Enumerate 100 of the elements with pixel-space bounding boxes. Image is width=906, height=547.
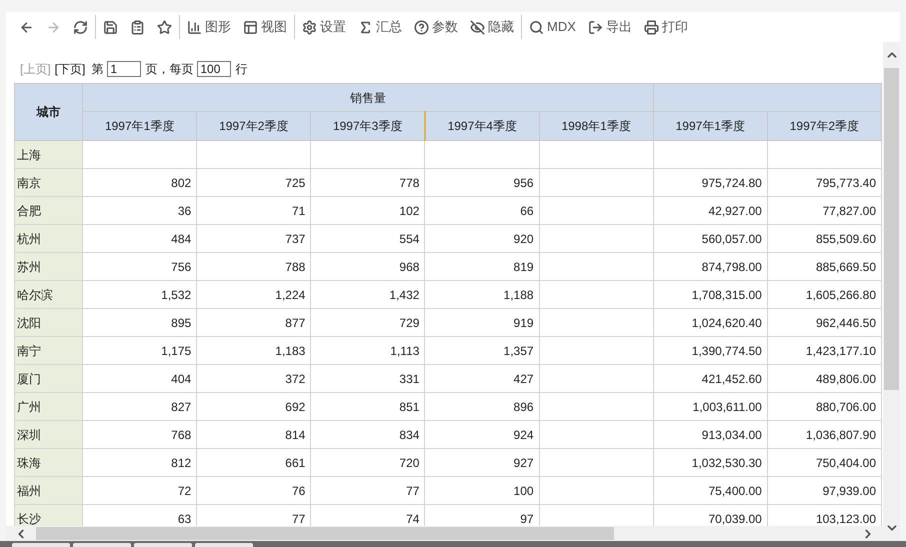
table-cell: 851 bbox=[310, 392, 425, 420]
table-cell: 421,452.60 bbox=[653, 364, 768, 392]
table-cell: 102 bbox=[310, 196, 425, 224]
toolbar-button[interactable]: 打印 bbox=[640, 15, 691, 39]
table-cell: 1,605,266.80 bbox=[767, 280, 882, 308]
row-header-cell: 哈尔滨 bbox=[14, 280, 83, 308]
toolbar-button[interactable]: 导出 bbox=[584, 15, 635, 39]
toolbar-button[interactable]: 隐藏 bbox=[467, 15, 517, 39]
vertical-scrollbar[interactable] bbox=[883, 42, 900, 541]
per-page-label: 页，每页 bbox=[145, 60, 194, 78]
table-cell: 802 bbox=[82, 168, 197, 196]
toolbar-button[interactable]: 参数 bbox=[411, 15, 461, 39]
table-cell: 372 bbox=[196, 364, 311, 392]
header-cell: 1997年1季度 bbox=[653, 112, 768, 140]
table-cell: 1,032,530.30 bbox=[653, 448, 768, 476]
table-cell: 924 bbox=[424, 420, 540, 448]
rows-label: 行 bbox=[235, 60, 248, 78]
table-cell: 1,003,611.00 bbox=[653, 392, 768, 420]
table-cell: 788 bbox=[196, 252, 311, 280]
header-cell: 1997年3季度 bbox=[310, 112, 425, 140]
table-cell: 75,400.00 bbox=[653, 476, 768, 504]
toolbar-button[interactable]: 视图 bbox=[240, 15, 290, 39]
table-cell: 768 bbox=[82, 420, 197, 448]
table-cell: 97,939.00 bbox=[767, 476, 882, 504]
toolbar-button[interactable]: 图形 bbox=[184, 15, 234, 39]
per-page-input[interactable]: 100 bbox=[197, 60, 232, 76]
next-page-link[interactable]: [下页] bbox=[54, 60, 86, 78]
table-cell: 1,036,807.90 bbox=[767, 420, 882, 448]
table-cell: 1,183 bbox=[196, 336, 311, 364]
table-cell: 36 bbox=[82, 196, 197, 224]
table-cell: 750,404.00 bbox=[767, 448, 882, 476]
bar-chart-icon bbox=[187, 20, 202, 34]
table-cell: 100 bbox=[424, 476, 540, 504]
header-cell: 1997年1季度 bbox=[82, 112, 197, 140]
table-cell: 661 bbox=[196, 448, 311, 476]
forward-icon bbox=[46, 20, 61, 34]
table-cell: 895 bbox=[82, 308, 197, 336]
header-cell: 销售量 bbox=[82, 84, 654, 112]
save-icon bbox=[103, 20, 118, 34]
eye-off-icon bbox=[470, 20, 485, 34]
settings-icon bbox=[302, 20, 317, 34]
row-header-cell: 深圳 bbox=[14, 420, 83, 448]
header-cell: 1997年2季度 bbox=[767, 112, 882, 140]
table-cell: 427 bbox=[424, 364, 540, 392]
table-cell: 896 bbox=[424, 392, 540, 420]
table-cell: 77,827.00 bbox=[767, 196, 882, 224]
table-cell: 331 bbox=[310, 364, 425, 392]
row-header-cell: 合肥 bbox=[14, 196, 83, 224]
scrollbar-thumb[interactable] bbox=[36, 527, 614, 540]
sigma-icon bbox=[358, 20, 373, 34]
table-cell: 1,113 bbox=[310, 336, 425, 364]
scrollbar-thumb[interactable] bbox=[884, 68, 899, 390]
row-header-cell: 上海 bbox=[14, 140, 83, 168]
table-cell: 874,798.00 bbox=[653, 252, 768, 280]
printer-icon bbox=[644, 20, 659, 34]
row-header-cell: 长沙 bbox=[14, 504, 83, 526]
table-cell: 756 bbox=[82, 252, 197, 280]
table-cell: 737 bbox=[196, 224, 311, 252]
table-cell: 76 bbox=[196, 476, 311, 504]
row-header-cell: 厦门 bbox=[14, 364, 83, 392]
table-cell: 877 bbox=[196, 308, 311, 336]
table-cell: 484 bbox=[82, 224, 197, 252]
page-label: 第 bbox=[91, 60, 104, 78]
toolbar-button[interactable]: MDX bbox=[526, 15, 579, 39]
horizontal-scrollbar[interactable] bbox=[6, 526, 883, 541]
table-cell: 1,532 bbox=[82, 280, 197, 308]
table-cell: 778 bbox=[310, 168, 425, 196]
table-cell: 1,188 bbox=[424, 280, 540, 308]
refresh-icon bbox=[73, 20, 88, 34]
table-cell: 975,724.80 bbox=[653, 168, 768, 196]
header-cell: 1997年2季度 bbox=[196, 112, 311, 140]
toolbar-button[interactable]: 汇总 bbox=[355, 15, 405, 39]
help-icon bbox=[414, 20, 429, 34]
table-cell: 692 bbox=[196, 392, 311, 420]
toolbar-button[interactable]: 设置 bbox=[299, 15, 349, 39]
table-cell: 1,708,315.00 bbox=[653, 280, 768, 308]
row-header-cell: 杭州 bbox=[14, 224, 83, 252]
table-cell: 489,806.00 bbox=[767, 364, 882, 392]
table-cell: 827 bbox=[82, 392, 197, 420]
table-cell: 880,706.00 bbox=[767, 392, 882, 420]
star-icon bbox=[157, 20, 172, 34]
table-cell: 1,432 bbox=[310, 280, 425, 308]
exit-icon bbox=[588, 20, 603, 34]
table-cell: 560,057.00 bbox=[653, 224, 768, 252]
table-cell: 42,927.00 bbox=[653, 196, 768, 224]
table-cell: 720 bbox=[310, 448, 425, 476]
table-cell: 834 bbox=[310, 420, 425, 448]
header-cell: 1998年1季度 bbox=[539, 112, 654, 140]
table-cell: 795,773.40 bbox=[767, 168, 882, 196]
table-cell: 1,024,620.40 bbox=[653, 308, 768, 336]
table-cell: 956 bbox=[424, 168, 540, 196]
page-input[interactable]: 1 bbox=[107, 60, 142, 76]
table-cell: 554 bbox=[310, 224, 425, 252]
row-header-cell: 南宁 bbox=[14, 336, 83, 364]
table-cell: 919 bbox=[424, 308, 540, 336]
table-cell: 913,034.00 bbox=[653, 420, 768, 448]
table-cell: 855,509.60 bbox=[767, 224, 882, 252]
table-cell: 725 bbox=[196, 168, 311, 196]
table-cell: 812 bbox=[82, 448, 197, 476]
table-cell: 1,390,774.50 bbox=[653, 336, 768, 364]
